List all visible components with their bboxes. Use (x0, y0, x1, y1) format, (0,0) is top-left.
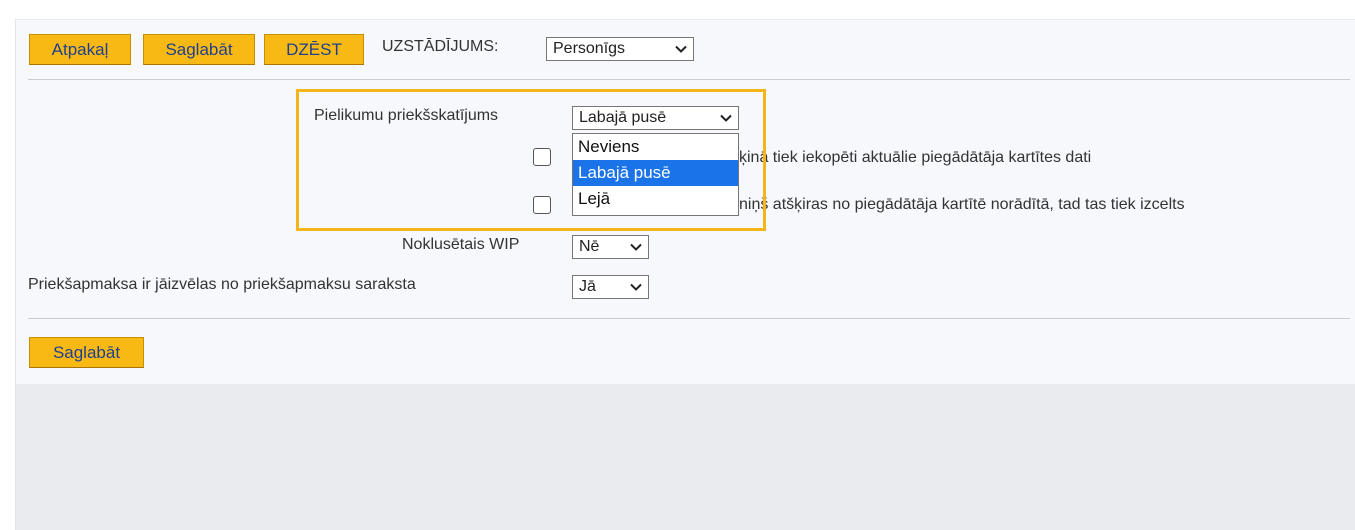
wip-label: Noklusētais WIP (402, 236, 520, 253)
setting-select[interactable]: Personīgs (546, 37, 694, 61)
footer-save-button[interactable]: Saglabāt (29, 337, 144, 368)
wip-select-value: Nē (579, 238, 600, 255)
chevron-down-icon (675, 45, 687, 53)
highlight-box (296, 89, 766, 231)
chevron-down-icon (630, 243, 642, 251)
wip-select[interactable]: Nē (572, 235, 649, 259)
delete-button[interactable]: DZĒST (264, 34, 364, 65)
divider-top (28, 79, 1350, 80)
empty-area (15, 384, 1355, 530)
setting-label: UZSTĀDĪJUMS: (382, 38, 499, 55)
chevron-down-icon (630, 283, 642, 291)
top-cropped-strip (0, 0, 1355, 14)
checkbox-highlight-difference-label: niņš atšķiras no piegādātāja kartītē nor… (739, 196, 1185, 213)
divider-bottom (28, 318, 1350, 319)
prepayment-select-value: Jā (579, 278, 596, 295)
prepayment-label: Priekšapmaksa ir jāizvēlas no priekšapma… (28, 276, 416, 293)
save-button[interactable]: Saglabāt (143, 34, 255, 65)
checkbox-copy-supplier-data-label: ķinā tiek iekopēti aktuālie piegādātāja … (739, 149, 1092, 166)
prepayment-select[interactable]: Jā (572, 275, 649, 299)
setting-select-value: Personīgs (553, 40, 626, 57)
back-button[interactable]: Atpakaļ (29, 34, 131, 65)
